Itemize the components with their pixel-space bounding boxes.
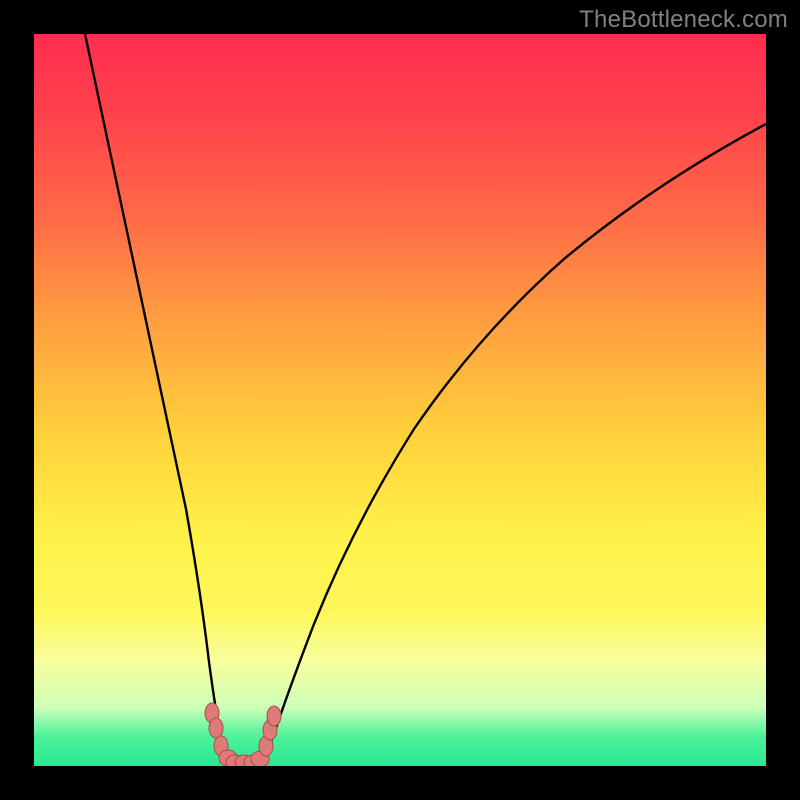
- marker-dot: [267, 706, 281, 726]
- left-branch-curve: [85, 34, 230, 764]
- chart-frame: TheBottleneck.com: [0, 0, 800, 800]
- plot-area: [34, 34, 766, 766]
- marker-group: [205, 703, 281, 766]
- curve-layer: [34, 34, 766, 766]
- right-branch-curve: [259, 124, 766, 764]
- watermark-text: TheBottleneck.com: [579, 6, 788, 34]
- marker-dot: [209, 718, 223, 738]
